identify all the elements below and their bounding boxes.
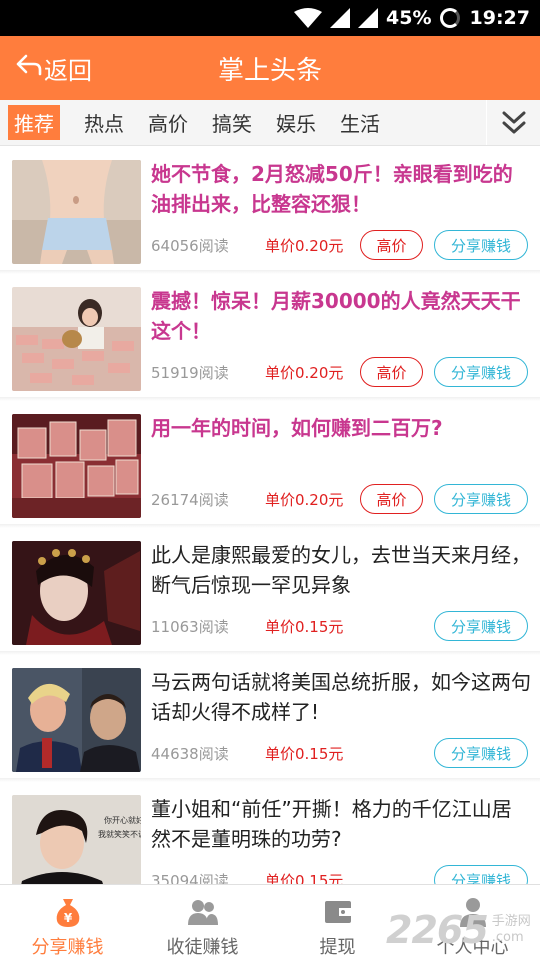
- news-item[interactable]: 马云两句话就将美国总统折服，如今这两句话却火得不成样了! 44638阅读 单价0…: [0, 655, 540, 782]
- read-count: 11063阅读: [151, 617, 229, 636]
- wifi-icon: [294, 8, 323, 28]
- news-item[interactable]: 你开心就好, 我就笑笑不说话 董小姐和“前任”开撕！格力的千亿江山居然不是董明珠…: [0, 782, 540, 884]
- news-title[interactable]: 她不节食，2月怒减50斤！亲眼看到吃的油排出来，比整容还狠！: [151, 159, 531, 219]
- news-title[interactable]: 马云两句话就将美国总统折服，如今这两句话却火得不成样了!: [151, 667, 531, 727]
- news-thumbnail: [12, 541, 141, 645]
- read-count: 51919阅读: [151, 363, 229, 382]
- news-list: 她不节食，2月怒减50斤！亲眼看到吃的油排出来，比整容还狠！ 64056阅读 单…: [0, 147, 540, 884]
- unit-price: 单价0.15元: [265, 744, 344, 763]
- double-chevron-down-icon: [502, 111, 525, 134]
- tab-hot[interactable]: 热点: [84, 104, 124, 141]
- news-meta: 26174阅读 单价0.20元 高价 分享赚钱: [151, 484, 531, 514]
- news-item[interactable]: 震撼！惊呆！月薪30000的人竟然天天干这个！ 51919阅读 单价0.20元 …: [0, 274, 540, 401]
- share-earn-button[interactable]: 分享赚钱: [434, 230, 528, 260]
- read-count: 64056阅读: [151, 236, 229, 255]
- news-thumbnail: [12, 414, 141, 518]
- category-tabs: 推荐 热点 高价 搞笑 娱乐 生活: [0, 100, 540, 146]
- news-title[interactable]: 董小姐和“前任”开撕！格力的千亿江山居然不是董明珠的功劳?: [151, 794, 531, 854]
- share-earn-button[interactable]: 分享赚钱: [434, 357, 528, 387]
- nav-withdraw[interactable]: 提现: [270, 885, 405, 960]
- tab-funny[interactable]: 搞笑: [212, 104, 252, 141]
- nav-label: 收徒赚钱: [166, 937, 239, 958]
- news-thumbnail: [12, 668, 141, 772]
- news-meta: 11063阅读 单价0.15元 分享赚钱: [151, 611, 531, 641]
- nav-label: 个人中心: [436, 937, 509, 958]
- tab-life[interactable]: 生活: [340, 104, 380, 141]
- news-thumbnail: [12, 287, 141, 391]
- back-button[interactable]: 返回: [16, 36, 92, 100]
- share-earn-button[interactable]: 分享赚钱: [434, 611, 528, 641]
- status-bar: 45% 19:27: [0, 0, 540, 36]
- battery-icon: [439, 8, 460, 28]
- news-title[interactable]: 用一年的时间，如何赚到二百万?: [151, 413, 531, 443]
- high-price-badge: 高价: [360, 357, 423, 387]
- news-thumbnail: 你开心就好, 我就笑笑不说话: [12, 795, 141, 884]
- news-thumbnail: [12, 160, 141, 264]
- wallet-icon: [324, 901, 351, 923]
- people-icon: [187, 900, 218, 925]
- signal-icon: [330, 8, 351, 28]
- tab-recommend[interactable]: 推荐: [8, 105, 60, 140]
- share-earn-button[interactable]: 分享赚钱: [434, 865, 528, 884]
- tab-high-price[interactable]: 高价: [148, 104, 188, 141]
- high-price-badge: 高价: [360, 484, 423, 514]
- clock: 19:27: [469, 7, 530, 29]
- nav-profile[interactable]: 个人中心: [405, 885, 540, 960]
- news-title[interactable]: 此人是康熙最爱的女儿，去世当天来月经，断气后惊现一罕见异象: [151, 540, 531, 600]
- nav-recruit-earn[interactable]: 收徒赚钱: [135, 885, 270, 960]
- news-meta: 64056阅读 单价0.20元 高价 分享赚钱: [151, 230, 531, 260]
- read-count: 44638阅读: [151, 744, 229, 763]
- news-item[interactable]: 此人是康熙最爱的女儿，去世当天来月经，断气后惊现一罕见异象 11063阅读 单价…: [0, 528, 540, 655]
- nav-label: 分享赚钱: [31, 937, 104, 958]
- expand-tabs-button[interactable]: [486, 100, 540, 145]
- back-label: 返回: [44, 56, 92, 85]
- unit-price: 单价0.20元: [265, 490, 344, 509]
- share-earn-button[interactable]: 分享赚钱: [434, 484, 528, 514]
- news-meta: 35094阅读 单价0.15元 分享赚钱: [151, 865, 531, 884]
- battery-percent: 45%: [386, 7, 432, 29]
- money-bag-icon: ¥: [56, 899, 79, 927]
- back-arrow-icon: [16, 53, 42, 83]
- news-meta: 51919阅读 单价0.20元 高价 分享赚钱: [151, 357, 531, 387]
- bottom-nav: ¥ 分享赚钱 收徒赚钱 提现 个人中心: [0, 884, 540, 960]
- news-item[interactable]: 她不节食，2月怒减50斤！亲眼看到吃的油排出来，比整容还狠！ 64056阅读 单…: [0, 147, 540, 274]
- svg-text:¥: ¥: [63, 911, 72, 925]
- unit-price: 单价0.15元: [265, 871, 344, 885]
- thumb-caption-line1: 你开心就好,: [104, 815, 141, 825]
- read-count: 35094阅读: [151, 871, 229, 885]
- share-earn-button[interactable]: 分享赚钱: [434, 738, 528, 768]
- nav-share-earn[interactable]: ¥ 分享赚钱: [0, 885, 135, 960]
- unit-price: 单价0.20元: [265, 236, 344, 255]
- unit-price: 单价0.20元: [265, 363, 344, 382]
- nav-label: 提现: [319, 937, 356, 958]
- unit-price: 单价0.15元: [265, 617, 344, 636]
- signal-2-icon: [358, 8, 379, 28]
- news-title[interactable]: 震撼！惊呆！月薪30000的人竟然天天干这个！: [151, 286, 531, 346]
- tab-entertainment[interactable]: 娱乐: [276, 104, 316, 141]
- high-price-badge: 高价: [360, 230, 423, 260]
- news-item[interactable]: 用一年的时间，如何赚到二百万? 26174阅读 单价0.20元 高价 分享赚钱: [0, 401, 540, 528]
- person-icon: [459, 898, 486, 927]
- thumb-caption-line2: 我就笑笑不说话: [98, 829, 141, 839]
- read-count: 26174阅读: [151, 490, 229, 509]
- app-header: 返回 掌上头条: [0, 36, 540, 100]
- news-meta: 44638阅读 单价0.15元 分享赚钱: [151, 738, 531, 768]
